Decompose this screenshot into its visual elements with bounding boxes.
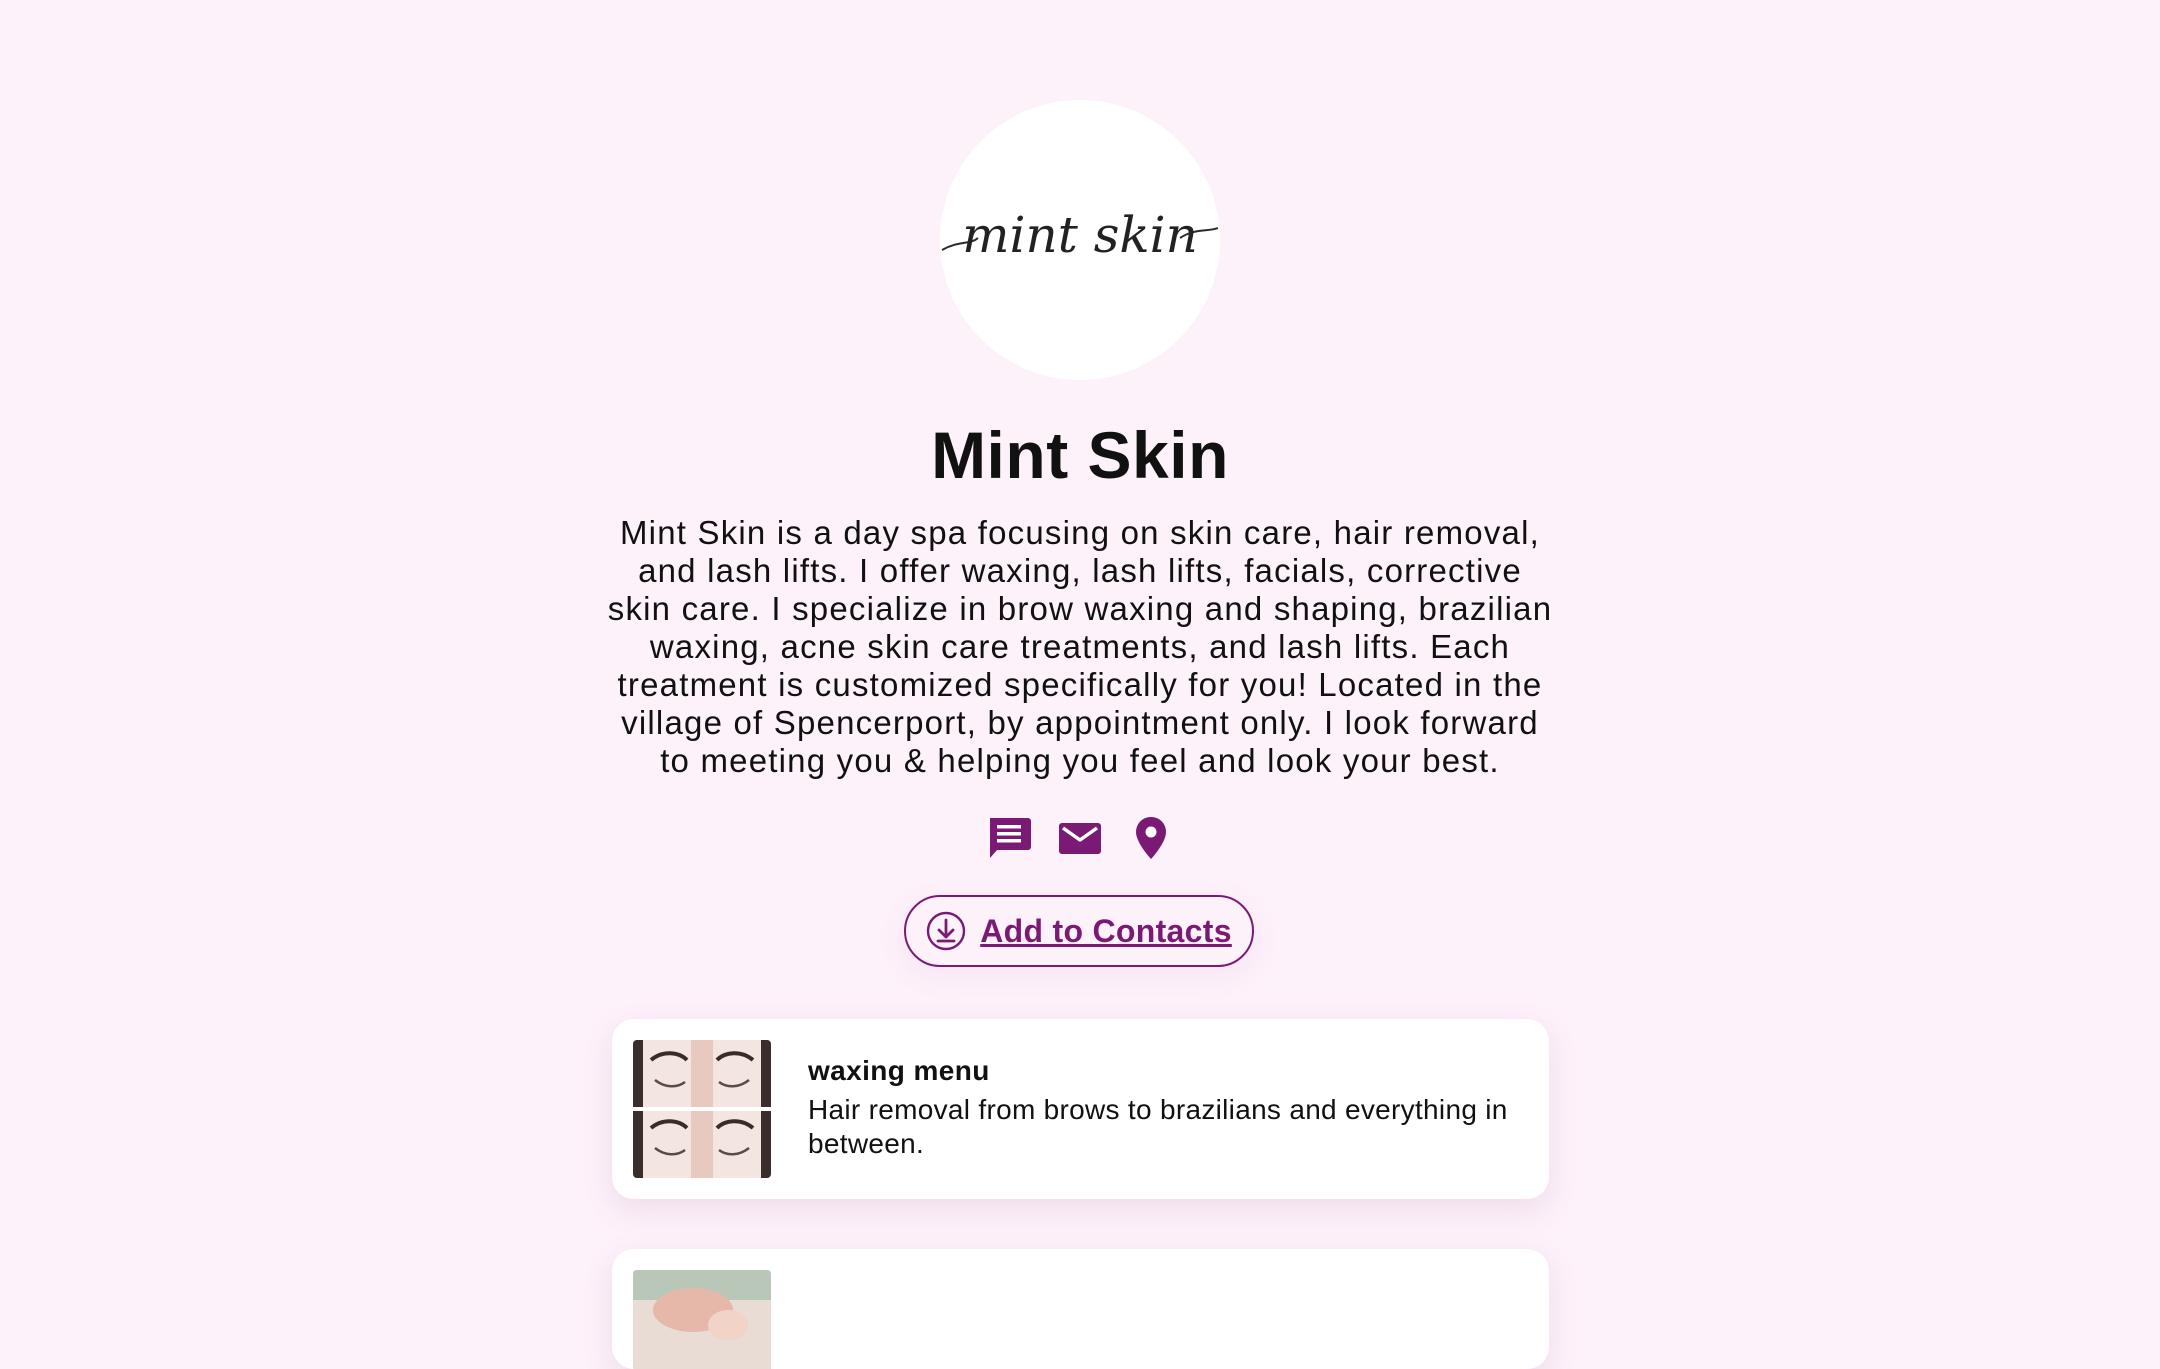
profile-bio: Mint Skin is a day spa focusing on skin …	[607, 514, 1553, 779]
logo-text: mint skin	[962, 206, 1198, 264]
link-card-description: Hair removal from brows to brazilians an…	[808, 1094, 1508, 1159]
message-button[interactable]	[980, 810, 1038, 866]
waxing-thumbnail	[633, 1040, 771, 1178]
add-to-contacts-label: Add to Contacts	[980, 912, 1232, 949]
page-title: Mint Skin	[931, 418, 1229, 492]
add-to-contacts-button[interactable]: Add to Contacts	[904, 895, 1254, 967]
profile-page: mint skin Mint Skin Mint Skin is a day s…	[0, 0, 2160, 1369]
social-links	[980, 810, 1180, 866]
email-icon	[1059, 823, 1101, 854]
avatar: mint skin	[940, 100, 1220, 380]
message-icon	[990, 818, 1031, 858]
link-card-second[interactable]	[612, 1249, 1549, 1369]
link-card-title: waxing menu	[808, 1055, 990, 1086]
email-button[interactable]	[1051, 810, 1109, 866]
location-pin-icon	[1136, 817, 1166, 859]
second-thumbnail	[633, 1270, 771, 1369]
location-button[interactable]	[1122, 810, 1180, 866]
link-card-waxing-menu[interactable]: waxing menu Hair removal from brows to b…	[612, 1019, 1549, 1199]
mint-skin-logo: mint skin	[941, 206, 1219, 264]
download-circle-icon	[926, 911, 966, 951]
